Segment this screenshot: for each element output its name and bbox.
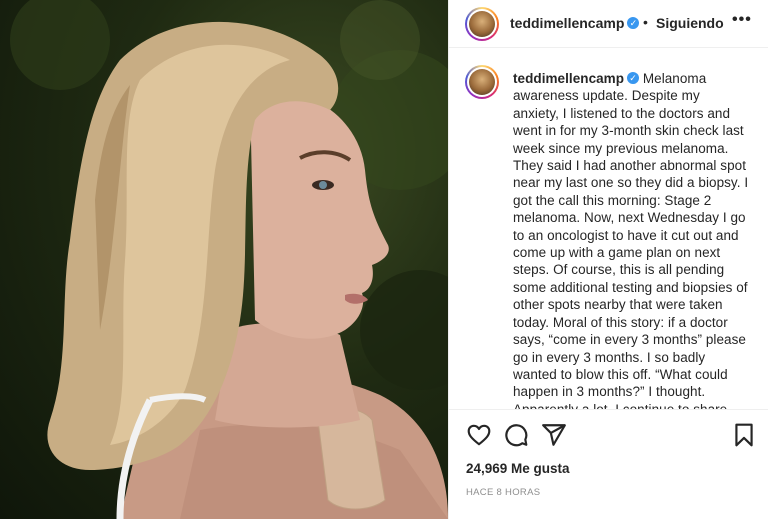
bookmark-icon[interactable] [731, 422, 757, 448]
caption-text: Melanoma awareness update. Despite my an… [513, 71, 749, 409]
caption-verified-badge-icon: ✓ [627, 72, 640, 85]
caption-avatar-image [469, 69, 495, 95]
more-options-icon[interactable]: ••• [732, 11, 752, 29]
heart-icon[interactable] [466, 422, 492, 448]
header-username-link[interactable]: teddimellencamp ✓ [510, 15, 640, 31]
post-side-panel: teddimellencamp ✓ • Siguiendo ••• teddime… [448, 0, 768, 519]
caption: teddimellencamp ✓ Melanoma awareness upda… [513, 70, 749, 409]
post-header: teddimellencamp ✓ • Siguiendo ••• [449, 0, 768, 48]
caption-avatar[interactable] [465, 65, 499, 99]
header-username: teddimellencamp [510, 15, 625, 31]
comment-icon[interactable] [503, 422, 529, 448]
follow-status-button[interactable]: Siguiendo [656, 15, 724, 31]
verified-badge-icon: ✓ [627, 17, 640, 30]
header-separator: • [643, 14, 648, 30]
post-photo[interactable] [0, 0, 448, 519]
avatar-image [469, 11, 495, 37]
post-photo-illustration [10, 0, 448, 519]
share-icon[interactable] [541, 422, 567, 448]
avatar[interactable] [465, 7, 499, 41]
caption-area: teddimellencamp ✓ Melanoma awareness upda… [449, 48, 768, 409]
post-timestamp[interactable]: HACE 8 HORAS [466, 487, 540, 498]
likes-count[interactable]: 24,969 Me gusta [466, 461, 570, 476]
post-actions: 24,969 Me gusta HACE 8 HORAS [449, 409, 768, 519]
caption-username[interactable]: teddimellencamp [513, 71, 624, 86]
